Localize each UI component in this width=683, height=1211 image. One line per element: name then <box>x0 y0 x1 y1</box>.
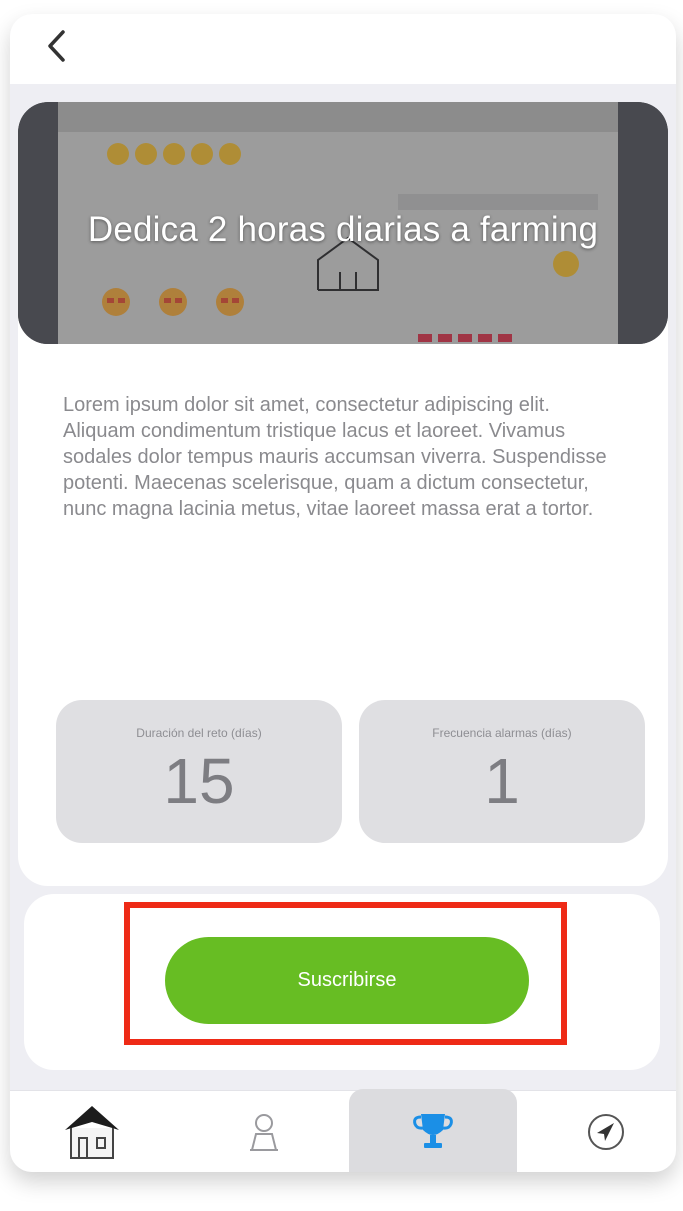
tab-home[interactable] <box>32 1091 152 1172</box>
tab-challenges[interactable] <box>349 1089 517 1172</box>
trophy-icon <box>413 1114 453 1148</box>
duration-value: 15 <box>163 745 235 817</box>
challenge-hero-image: Dedica 2 horas diarias a farming <box>18 102 668 344</box>
house-icon <box>65 1106 119 1159</box>
challenge-title: Dedica 2 horas diarias a farming <box>87 210 599 249</box>
duration-stat: Duración del reto (días) 15 <box>56 700 342 843</box>
challenge-card: Dedica 2 horas diarias a farming Lorem i… <box>18 102 668 886</box>
chevron-left-icon <box>48 30 65 62</box>
person-icon <box>250 1114 278 1151</box>
alarm-frequency-stat: Frecuencia alarmas (días) 1 <box>359 700 645 843</box>
frequency-label: Frecuencia alarmas (días) <box>432 726 572 740</box>
duration-label: Duración del reto (días) <box>136 726 262 740</box>
phone-screen: Dedica 2 horas diarias a farming Lorem i… <box>10 14 676 1172</box>
frequency-value: 1 <box>484 745 520 817</box>
navigation-arrow-icon <box>588 1114 624 1150</box>
back-button[interactable] <box>36 24 76 68</box>
tab-bar <box>10 1089 676 1172</box>
highlight-box <box>124 902 567 1045</box>
tab-profile[interactable] <box>204 1091 324 1172</box>
challenge-description: Lorem ipsum dolor sit amet, consectetur … <box>63 394 607 520</box>
tab-explore[interactable] <box>546 1091 666 1172</box>
navigation-bar <box>10 14 676 84</box>
